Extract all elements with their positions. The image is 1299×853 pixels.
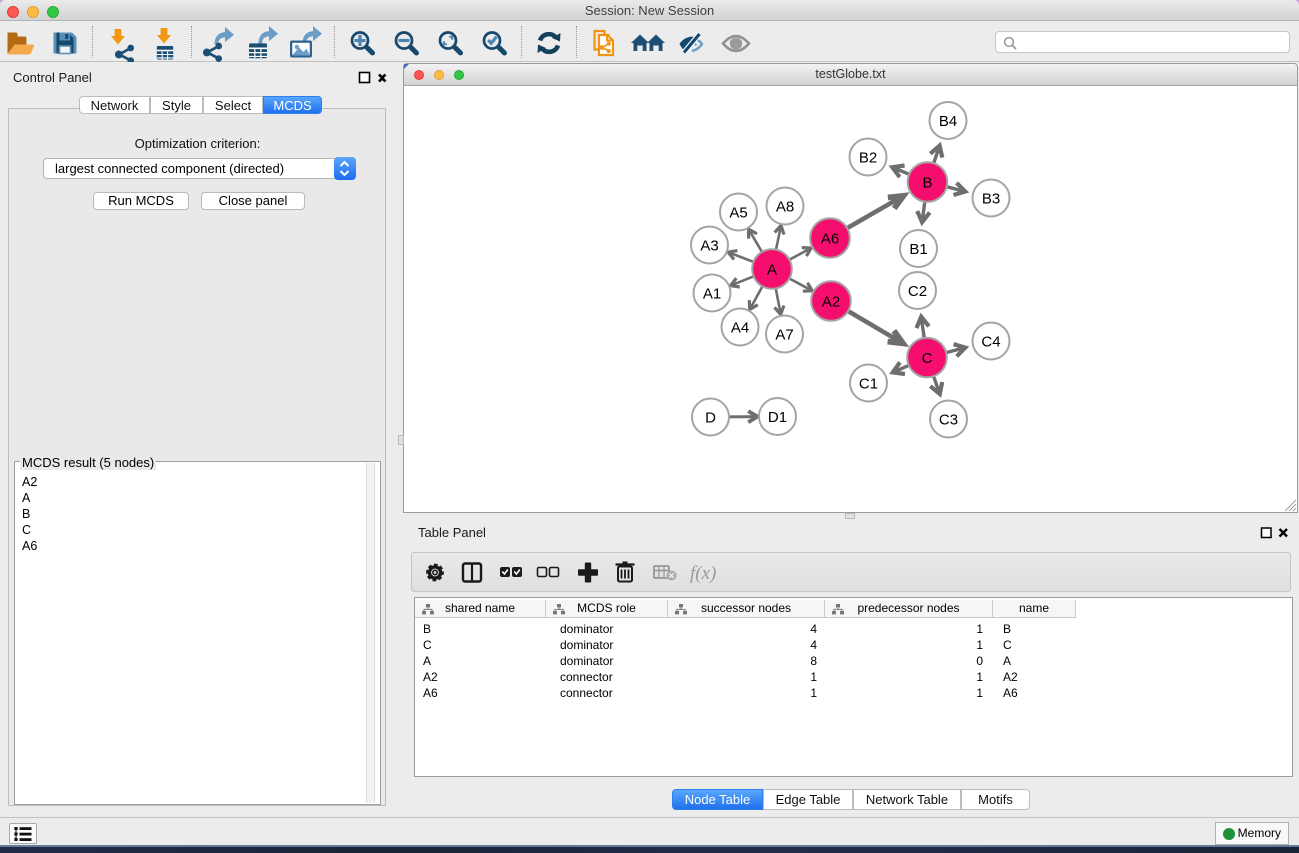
svg-text:B4: B4	[939, 113, 957, 130]
svg-text:B1: B1	[909, 241, 927, 258]
svg-text:C: C	[922, 350, 933, 367]
svg-text:D: D	[705, 410, 716, 427]
svg-text:A: A	[767, 262, 777, 279]
svg-text:A7: A7	[775, 327, 793, 344]
svg-text:B3: B3	[982, 191, 1000, 208]
svg-text:C2: C2	[908, 283, 927, 300]
svg-text:A3: A3	[700, 238, 718, 255]
svg-text:B: B	[922, 175, 932, 192]
svg-text:C4: C4	[981, 334, 1000, 351]
svg-text:A8: A8	[776, 199, 794, 216]
svg-text:C3: C3	[939, 412, 958, 429]
svg-text:f(x): f(x)	[690, 563, 716, 584]
svg-text:A1: A1	[703, 286, 721, 303]
svg-text:D1: D1	[768, 409, 787, 426]
svg-text:A4: A4	[731, 320, 749, 337]
svg-text:A5: A5	[729, 205, 747, 222]
svg-text:A6: A6	[821, 231, 839, 248]
svg-text:A2: A2	[822, 294, 840, 311]
svg-text:B2: B2	[859, 150, 877, 167]
svg-text:C1: C1	[859, 376, 878, 393]
